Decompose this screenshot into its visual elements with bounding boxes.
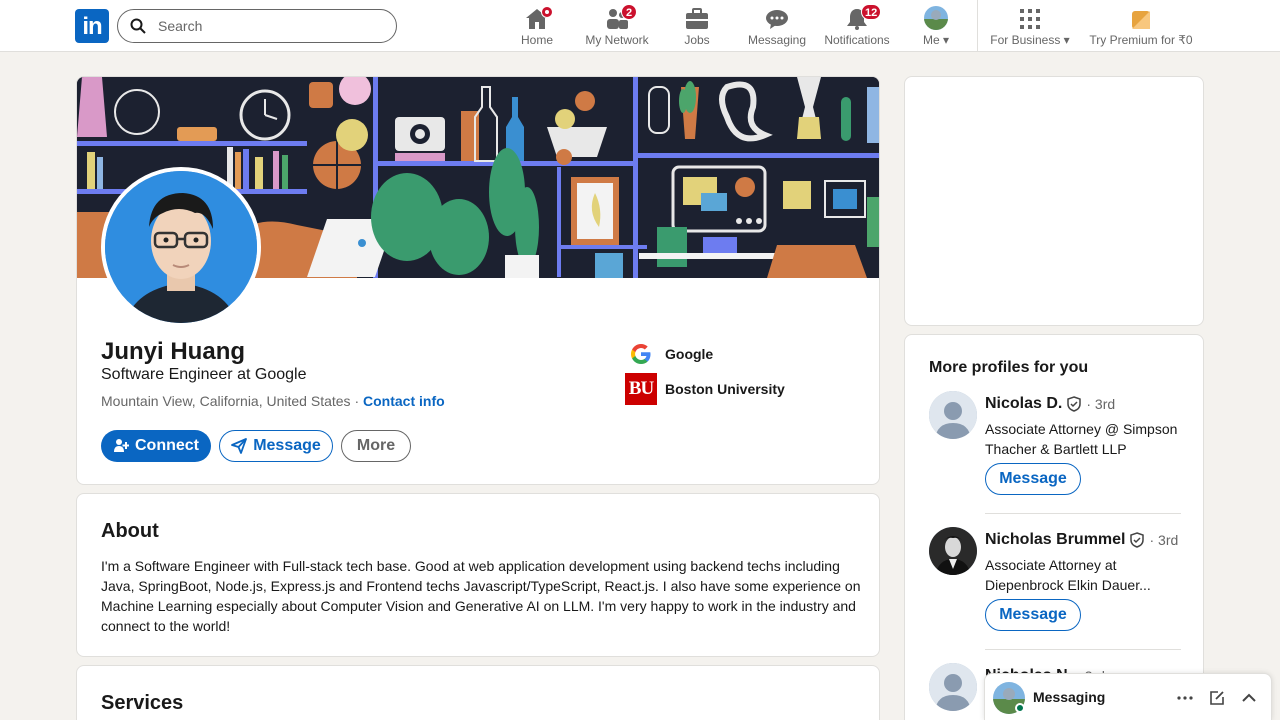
more-options-icon[interactable] (1173, 686, 1197, 710)
profile-headline: Software Engineer at Google (101, 366, 307, 383)
my-network-badge: 2 (621, 4, 637, 20)
nav-notifications-label: Notifications (824, 33, 890, 47)
nav-divider (977, 0, 978, 52)
profile-photo-image (105, 171, 257, 323)
person-avatar[interactable] (929, 663, 977, 711)
connection-degree: · 3rd (1086, 396, 1116, 412)
nav-me[interactable]: Me ▾ (912, 4, 960, 50)
connect-button-label: Connect (135, 437, 199, 454)
nav-home[interactable]: Home (512, 4, 562, 50)
more-profiles-title: More profiles for you (929, 359, 1089, 376)
ad-placeholder-card (904, 76, 1204, 326)
person-title: Associate Attorney at Diepenbrock Elkin … (985, 557, 1151, 593)
message-button-label: Message (253, 437, 321, 454)
search-input[interactable] (158, 18, 378, 34)
search-box[interactable] (117, 9, 397, 43)
services-card: Services (76, 665, 880, 720)
person-name[interactable]: Nicholas Brummel (985, 531, 1125, 549)
profile-suggestion[interactable]: Nicholas Brummel · 3rd Associate Attorne… (929, 527, 1185, 637)
bu-logo-icon: BU (625, 373, 657, 405)
nav-home-label: Home (520, 33, 553, 47)
nav-my-network-label: My Network (585, 33, 649, 47)
org-google-name: Google (665, 346, 714, 362)
org-google[interactable]: Google (625, 338, 713, 370)
add-person-icon (114, 439, 129, 452)
messaging-overlay[interactable]: Messaging (984, 673, 1272, 720)
profile-location-row: Mountain View, California, United States… (101, 393, 445, 409)
message-button[interactable]: Message (219, 430, 333, 462)
nav-for-business[interactable]: For Business ▾ (988, 4, 1072, 50)
home-notification-dot (541, 6, 553, 18)
services-title: Services (101, 692, 184, 714)
person-message-button[interactable]: Message (985, 599, 1081, 631)
default-avatar-icon (929, 663, 977, 711)
messaging-label: Messaging (1033, 689, 1106, 705)
google-logo-icon (625, 338, 657, 370)
about-title: About (101, 520, 159, 542)
contact-info-link[interactable]: Contact info (363, 393, 445, 409)
top-nav: in Home 2 My Network Jobs Messaging 1 (0, 0, 1280, 52)
grid-apps-icon (1020, 9, 1040, 29)
messaging-icon (766, 10, 788, 29)
person-avatar[interactable] (929, 391, 977, 439)
person-name-row: Nicholas Brummel · 3rd (985, 531, 1178, 549)
profile-location: Mountain View, California, United States (101, 393, 351, 409)
profile-card: Junyi Huang Software Engineer at Google … (76, 76, 880, 485)
send-icon (231, 438, 248, 454)
linkedin-logo-icon[interactable]: in (75, 9, 109, 43)
compose-icon[interactable] (1205, 686, 1229, 710)
premium-icon (1132, 11, 1150, 29)
person-message-button[interactable]: Message (985, 463, 1081, 495)
nav-jobs-label: Jobs (684, 33, 710, 47)
online-status-dot (1015, 703, 1025, 713)
verified-shield-icon (1130, 532, 1145, 548)
profile-name: Junyi Huang (101, 338, 246, 365)
divider (985, 513, 1181, 514)
person-title: Associate Attorney @ Simpson Thacher & B… (985, 421, 1178, 457)
person-name[interactable]: Nicolas D. (985, 395, 1062, 413)
nav-try-premium[interactable]: Try Premium for ₹0 (1086, 4, 1196, 50)
person-photo (929, 527, 977, 575)
about-text: I'm a Software Engineer with Full-stack … (101, 558, 861, 634)
default-avatar-icon (929, 391, 977, 439)
person-name-row: Nicolas D. · 3rd (985, 395, 1115, 413)
nav-me-label: Me ▾ (922, 33, 950, 47)
connect-button[interactable]: Connect (101, 430, 211, 462)
divider (985, 649, 1181, 650)
org-boston-university[interactable]: BU Boston University (625, 373, 785, 405)
connection-degree: · 3rd (1149, 532, 1179, 548)
nav-messaging[interactable]: Messaging (747, 4, 807, 50)
nav-notifications[interactable]: 12 Notifications (822, 4, 892, 50)
profile-suggestion[interactable]: Nicolas D. · 3rd Associate Attorney @ Si… (929, 391, 1185, 501)
nav-for-business-label: For Business ▾ (990, 33, 1070, 47)
nav-try-premium-label: Try Premium for ₹0 (1089, 33, 1193, 47)
nav-messaging-label: Messaging (747, 33, 807, 47)
person-avatar[interactable] (929, 527, 977, 575)
more-button[interactable]: More (341, 430, 411, 462)
more-profiles-card: More profiles for you Nicolas D. · 3rd A… (904, 334, 1204, 720)
more-button-label: More (356, 437, 396, 454)
briefcase-icon (686, 8, 708, 29)
chevron-up-icon[interactable] (1237, 686, 1261, 710)
verified-shield-icon (1067, 396, 1082, 412)
me-avatar-icon (924, 6, 948, 30)
about-card: About I'm a Software Engineer with Full-… (76, 493, 880, 657)
search-icon (130, 18, 146, 34)
org-bu-name: Boston University (665, 381, 785, 397)
notifications-badge: 12 (861, 4, 882, 20)
profile-photo[interactable] (101, 167, 261, 327)
caret-down-icon: ▾ (1063, 33, 1070, 47)
location-separator: · (354, 393, 360, 409)
nav-my-network[interactable]: 2 My Network (582, 4, 652, 50)
caret-down-icon: ▾ (942, 33, 950, 47)
nav-jobs[interactable]: Jobs (672, 4, 722, 50)
